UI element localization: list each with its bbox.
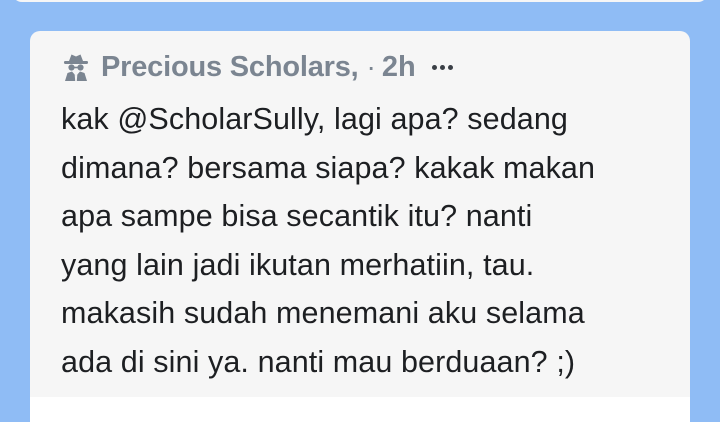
- card-footer-area: [30, 397, 690, 422]
- comment-header: Precious Scholars, · 2h: [61, 49, 453, 85]
- comment-line: kak @ScholarSully, lagi apa? sedang: [61, 102, 568, 136]
- comment-line: makasih sudah menemani aku selama: [61, 296, 585, 330]
- comment-line: dimana? bersama siapa? kakak makan: [61, 150, 596, 185]
- dot: [439, 64, 445, 70]
- author-name[interactable]: Precious Scholars,: [101, 51, 359, 84]
- comment-line: ada di sini ya. nanti mau berduaan? ;): [61, 344, 576, 379]
- comment-card: Precious Scholars, · 2h kak @ScholarSull…: [30, 31, 690, 397]
- more-dots-icon[interactable]: [431, 52, 453, 82]
- comment-line: apa sampe bisa secantik itu? nanti: [61, 199, 533, 233]
- previous-card-edge: [12, 0, 708, 2]
- dot: [431, 64, 437, 70]
- dot: [447, 64, 453, 70]
- spy-icon: [61, 52, 91, 82]
- meta-separator: ·: [366, 51, 376, 82]
- comment-body: kak @ScholarSully, lagi apa? sedang dima…: [61, 95, 676, 386]
- comment-line: yang lain jadi ikutan merhatiin, tau.: [61, 247, 535, 282]
- post-timestamp[interactable]: 2h: [382, 51, 416, 84]
